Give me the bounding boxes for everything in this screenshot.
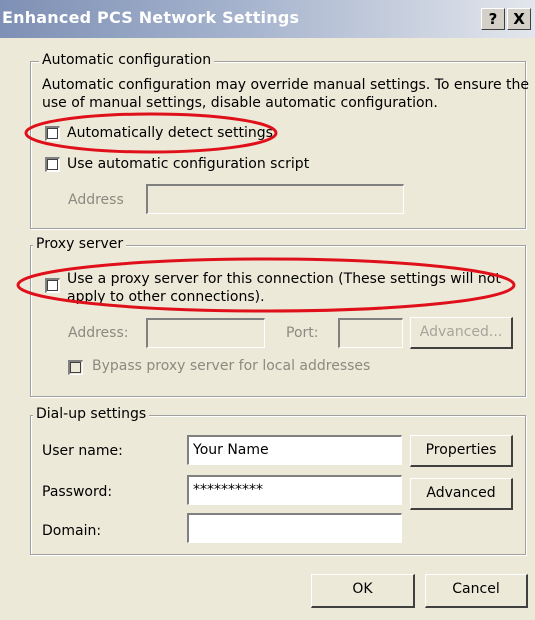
annotation-ellipse-use-proxy <box>16 257 516 313</box>
annotation-ellipse-auto-detect <box>24 112 278 154</box>
network-settings-dialog: Enhanced PCS Network Settings ? X Automa… <box>0 0 535 620</box>
annotation-overlay <box>16 112 516 313</box>
